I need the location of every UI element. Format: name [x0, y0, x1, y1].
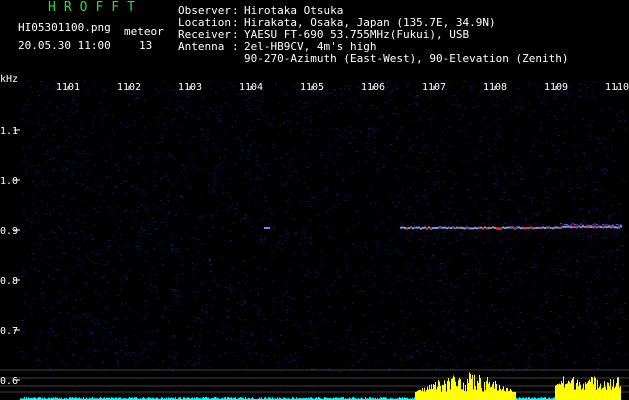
grid-lines: [0, 369, 629, 393]
x-tick-label: 1106: [361, 82, 385, 93]
x-tick-label: 1108: [483, 82, 507, 93]
x-tick-label: 1101: [56, 82, 80, 93]
x-tick-label: 1102: [117, 82, 141, 93]
y-tick-label: 1.1: [0, 126, 18, 137]
x-tick-label: 1109: [544, 82, 568, 93]
noise-field: [20, 80, 627, 373]
y-tick-label: 0.9: [0, 226, 18, 237]
sep: :: [232, 40, 239, 53]
y-tick-label: 0.8: [0, 276, 18, 287]
brand-title: HROFFT: [48, 0, 143, 15]
y-tick-label: 0.7: [0, 326, 18, 337]
meteor-trail: [264, 223, 622, 230]
y-axis-ticks: 1.1 1.0 0.9 0.8 0.7 0.6: [0, 126, 20, 387]
timestamp: 20.05.30 11:00: [18, 39, 111, 52]
x-tick-label: 1110: [605, 82, 629, 93]
x-tick-label: 1105: [300, 82, 324, 93]
x-tick-label: 1103: [178, 82, 202, 93]
y-unit-label: kHz: [0, 74, 19, 85]
file-name: HI05301100.png: [18, 21, 111, 34]
antenna-orientation: 90-270-Azimuth (East-West), 90-Elevation…: [244, 52, 569, 65]
x-tick-label: 1107: [422, 82, 446, 93]
y-tick-label: 1.0: [0, 176, 18, 187]
meteor-label: meteor: [124, 25, 164, 38]
y-tick-label: 0.6: [0, 376, 18, 387]
meteor-count: 13: [139, 39, 153, 52]
antenna-label: Antenna: [178, 40, 225, 53]
x-tick-label: 1104: [239, 82, 263, 93]
